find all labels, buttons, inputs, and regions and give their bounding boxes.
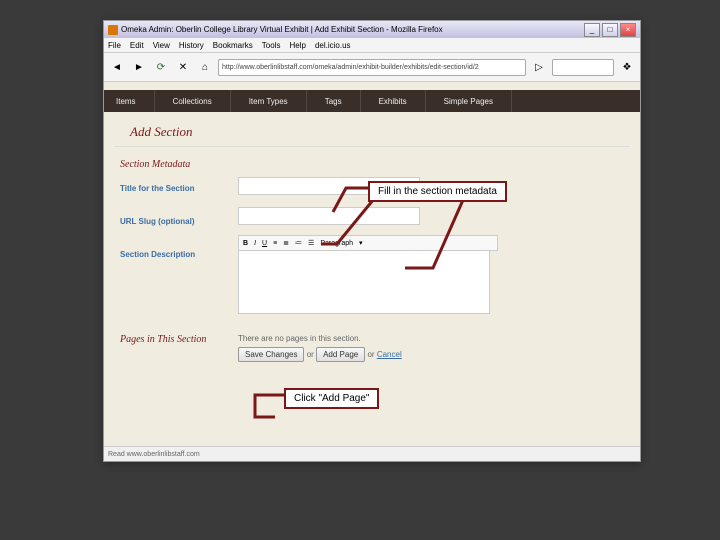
title-label: Title for the Section: [120, 184, 220, 193]
close-button[interactable]: ×: [620, 23, 636, 37]
menu-bookmarks[interactable]: Bookmarks: [213, 41, 253, 50]
nav-itemtypes[interactable]: Item Types: [231, 90, 307, 112]
menu-edit[interactable]: Edit: [130, 41, 144, 50]
forward-icon[interactable]: ►: [130, 58, 148, 76]
section-metadata-label: Section Metadata: [120, 159, 220, 170]
tag-icon[interactable]: ❖: [618, 58, 636, 76]
description-label: Section Description: [120, 250, 220, 259]
cancel-link[interactable]: Cancel: [377, 350, 402, 359]
underline-icon[interactable]: U: [262, 240, 267, 247]
minimize-button[interactable]: _: [584, 23, 600, 37]
slug-input[interactable]: [238, 207, 420, 225]
menu-view[interactable]: View: [153, 41, 170, 50]
italic-icon[interactable]: I: [254, 240, 256, 247]
window-title: Omeka Admin: Oberlin College Library Vir…: [121, 25, 584, 34]
nav-tags[interactable]: Tags: [307, 90, 361, 112]
toolbar: ◄ ► ⟳ ✕ ⌂ http://www.oberlinlibstaff.com…: [104, 53, 640, 82]
or-text-2: or: [367, 350, 374, 359]
description-editor[interactable]: [238, 251, 490, 314]
bold-icon[interactable]: B: [243, 240, 248, 247]
maximize-button[interactable]: □: [602, 23, 618, 37]
back-icon[interactable]: ◄: [108, 58, 126, 76]
slug-label: URL Slug (optional): [120, 217, 220, 226]
admin-nav: Items Collections Item Types Tags Exhibi…: [104, 90, 640, 112]
page-heading: Add Section: [114, 112, 630, 147]
no-pages-note: There are no pages in this section.: [238, 334, 624, 343]
align-left-icon[interactable]: ≡: [273, 240, 277, 247]
home-icon[interactable]: ⌂: [196, 58, 214, 76]
menu-tools[interactable]: Tools: [262, 41, 281, 50]
nav-simplepages[interactable]: Simple Pages: [426, 90, 512, 112]
menu-history[interactable]: History: [179, 41, 204, 50]
menubar: File Edit View History Bookmarks Tools H…: [104, 38, 640, 53]
menu-delicious[interactable]: del.icio.us: [315, 41, 351, 50]
nav-items[interactable]: Items: [104, 90, 155, 112]
nav-collections[interactable]: Collections: [155, 90, 231, 112]
url-bar[interactable]: http://www.oberlinlibstaff.com/omeka/adm…: [218, 59, 526, 76]
align-center-icon[interactable]: ≣: [283, 239, 289, 247]
pages-heading: Pages in This Section: [120, 334, 220, 362]
chevron-down-icon[interactable]: ▾: [359, 239, 363, 247]
numbered-list-icon[interactable]: ☰: [308, 239, 314, 247]
save-changes-button[interactable]: Save Changes: [238, 347, 304, 362]
app-icon: [108, 25, 118, 35]
list-icon[interactable]: ≔: [295, 239, 302, 247]
reload-icon[interactable]: ⟳: [152, 58, 170, 76]
nav-exhibits[interactable]: Exhibits: [361, 90, 426, 112]
add-page-button[interactable]: Add Page: [316, 347, 365, 362]
callout-addpage: Click "Add Page": [284, 388, 379, 409]
stop-icon[interactable]: ✕: [174, 58, 192, 76]
search-box[interactable]: [552, 59, 614, 76]
callout-metadata: Fill in the section metadata: [368, 181, 507, 202]
menu-help[interactable]: Help: [289, 41, 305, 50]
menu-file[interactable]: File: [108, 41, 121, 50]
editor-toolbar: B I U ≡ ≣ ≔ ☰ Paragraph ▾: [238, 235, 498, 251]
format-select[interactable]: Paragraph: [320, 240, 353, 247]
go-icon[interactable]: ▷: [530, 58, 548, 76]
statusbar: Read www.oberlinlibstaff.com: [104, 446, 640, 461]
titlebar: Omeka Admin: Oberlin College Library Vir…: [104, 21, 640, 38]
or-text-1: or: [307, 350, 314, 359]
